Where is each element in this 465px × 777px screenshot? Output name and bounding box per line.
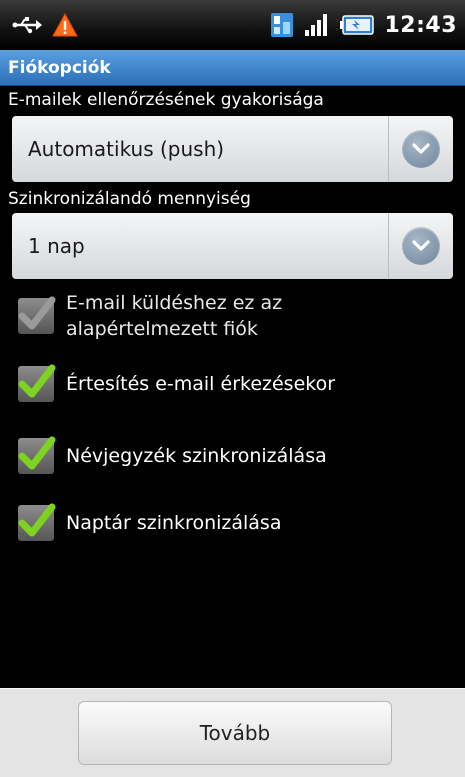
page-title: Fiókopciók [8, 57, 111, 78]
check-frequency-value: Automatikus (push) [28, 137, 225, 161]
contacts-sync-checkbox[interactable] [18, 436, 56, 474]
default-account-label: E-mail küldéshez ez az alapértelmezett f… [66, 290, 282, 342]
status-bar: 12:43 [0, 0, 465, 50]
status-left [12, 13, 78, 37]
default-account-label-line1: E-mail küldéshez ez az [66, 292, 283, 314]
default-account-checkbox[interactable] [18, 296, 56, 334]
usb-icon [12, 15, 42, 35]
sync-amount-dropdown-button[interactable] [389, 213, 453, 279]
default-account-label-line2: alapértelmezett fiók [66, 318, 258, 340]
battery-icon [340, 14, 375, 36]
title-bar: Fiókopciók [0, 50, 465, 86]
check-frequency-spinner[interactable]: Automatikus (push) [12, 116, 453, 182]
status-right: 12:43 [270, 12, 457, 38]
next-button[interactable]: Tovább [78, 701, 392, 765]
chevron-down-icon [402, 130, 440, 168]
calendar-sync-checkbox-row[interactable]: Naptár szinkronizálása [18, 503, 448, 541]
signal-icon [304, 13, 330, 37]
bottom-bar: Tovább [0, 688, 465, 777]
chevron-down-icon [402, 227, 440, 265]
status-clock: 12:43 [384, 12, 457, 38]
warning-icon [52, 13, 78, 37]
email-notification-checkbox-row[interactable]: Értesítés e-mail érkezésekor [18, 364, 448, 402]
calendar-sync-checkbox[interactable] [18, 503, 56, 541]
sync-amount-label: Szinkronizálandó mennyiség [8, 189, 251, 209]
check-frequency-label: E-mailek ellenőrzésének gyakorisága [8, 90, 324, 110]
email-notification-label: Értesítés e-mail érkezésekor [66, 373, 336, 395]
calendar-sync-label: Naptár szinkronizálása [66, 512, 282, 534]
email-notification-checkbox[interactable] [18, 364, 56, 402]
default-account-checkbox-row[interactable]: E-mail küldéshez ez az alapértelmezett f… [18, 290, 448, 342]
sync-amount-value: 1 nap [28, 234, 85, 258]
check-frequency-dropdown-button[interactable] [389, 116, 453, 182]
contacts-sync-label: Névjegyzék szinkronizálása [66, 445, 327, 467]
network-icon [270, 12, 294, 38]
contacts-sync-checkbox-row[interactable]: Névjegyzék szinkronizálása [18, 436, 448, 474]
sync-amount-spinner[interactable]: 1 nap [12, 213, 453, 279]
